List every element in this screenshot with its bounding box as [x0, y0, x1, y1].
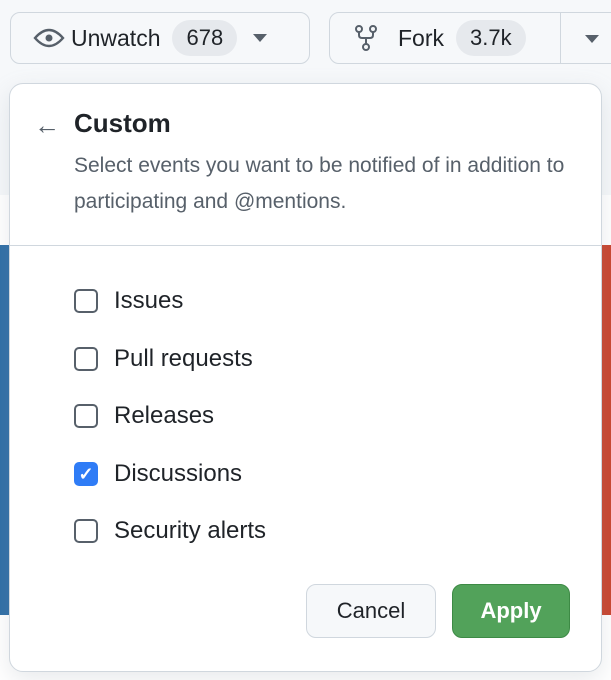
background-banner-right — [601, 245, 611, 615]
apply-button[interactable]: Apply — [452, 584, 570, 638]
option-security-alerts[interactable]: Security alerts — [74, 517, 266, 545]
check-icon: ✓ — [78, 463, 94, 484]
panel-description: Select events you want to be notified of… — [74, 154, 565, 213]
divider — [560, 13, 561, 63]
checkbox[interactable] — [74, 404, 98, 428]
unwatch-label: Unwatch — [71, 24, 161, 51]
option-label: Security alerts — [114, 517, 267, 544]
custom-notifications-dropdown: ← Custom Select events you want to be no… — [9, 83, 602, 672]
fork-count: 3.7k — [456, 20, 526, 56]
option-discussions[interactable]: ✓ Discussions — [74, 460, 242, 488]
option-label: Releases — [114, 402, 215, 429]
checkbox[interactable]: ✓ — [74, 462, 98, 486]
option-label: Issues — [114, 287, 184, 314]
unwatch-button[interactable]: Unwatch 678 — [10, 12, 310, 64]
option-pull-requests[interactable]: Pull requests — [74, 345, 253, 373]
option-issues[interactable]: Issues — [74, 287, 183, 315]
panel-header: ← Custom Select events you want to be no… — [10, 84, 601, 246]
chevron-down-icon[interactable] — [253, 34, 268, 42]
arrow-left-icon[interactable]: ← — [34, 110, 60, 141]
cancel-button[interactable]: Cancel — [306, 584, 436, 638]
option-label: Pull requests — [114, 345, 253, 372]
checkbox[interactable] — [74, 519, 98, 543]
fork-label: Fork — [398, 24, 444, 51]
panel-title: Custom — [74, 108, 171, 138]
checkbox[interactable] — [74, 289, 98, 313]
option-label: Discussions — [114, 460, 243, 487]
background-banner-left — [0, 245, 9, 615]
option-releases[interactable]: Releases — [74, 402, 214, 430]
fork-icon — [355, 25, 377, 51]
eye-icon — [33, 28, 65, 48]
watch-count: 678 — [172, 20, 238, 56]
checkbox[interactable] — [74, 347, 98, 371]
fork-button[interactable]: Fork 3.7k — [329, 12, 611, 64]
chevron-down-icon[interactable] — [585, 35, 599, 43]
